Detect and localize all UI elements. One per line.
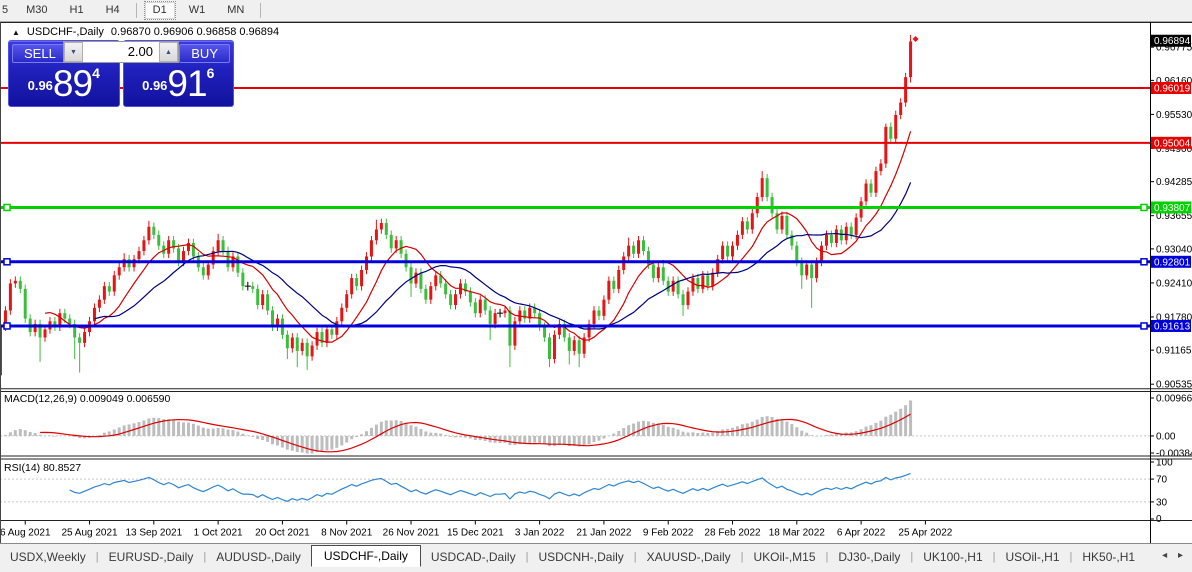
date-axis-label: 18 Mar 2022 [769,528,826,539]
timeframe-button-m30[interactable]: M30 [17,1,56,20]
level-price-label: 0.96019 [1154,84,1191,95]
macd-axis-tick-label: 0.009663 [1156,394,1192,405]
chart-tabs-bar: USDX,Weekly|EURUSD-,Daily|AUDUSD-,DailyU… [0,543,1192,572]
chart-tab-usdcad-daily[interactable]: USDCAD-,Daily [421,547,526,567]
volume-input[interactable]: 2.00 [83,42,159,62]
sell-price-big: 89 [53,63,92,104]
date-axis-label: 6 Aug 2021 [0,528,51,539]
level-line-handle[interactable] [1141,204,1147,210]
timeframe-button-5[interactable]: 5 [0,1,13,20]
price-axis-tick-label: 0.93040 [1156,244,1192,255]
timeframe-button-mn[interactable]: MN [218,1,253,20]
chart-tab-hk50-h1[interactable]: HK50-,H1 [1072,547,1145,567]
mt4-window: 5M30H1H4D1W1MN 0.967750.961600.955300.94… [0,0,1192,572]
date-axis-label: 25 Apr 2022 [898,528,952,539]
toolbar-separator [136,3,137,18]
date-axis-label: 13 Sep 2021 [125,528,182,539]
toolbar-separator [260,3,261,18]
level-price-label: 0.91613 [1154,321,1191,332]
date-axis-label: 20 Oct 2021 [255,528,310,539]
chart-tab-audusd-daily[interactable]: AUDUSD-,Daily [206,547,311,567]
chart-tab-ukoil-m15[interactable]: UKOil-,M15 [744,547,826,567]
level-price-label: 0.95004 [1154,138,1191,149]
tab-scroll-arrows[interactable]: ◂ ▸ [1162,550,1187,561]
date-axis-label: 28 Feb 2022 [704,528,761,539]
date-axis-label: 9 Feb 2022 [643,528,694,539]
symbol-period-label: USDCHF-,Daily [27,26,104,38]
date-axis-label: 15 Dec 2021 [447,528,504,539]
level-line-handle[interactable] [4,259,10,265]
buy-price-prefix: 0.96 [142,78,167,93]
date-axis-label: 21 Jan 2022 [576,528,631,539]
buy-price-pip: 6 [207,65,215,81]
level-price-label: 0.92801 [1154,257,1191,268]
volume-decrease-button[interactable]: ▼ [64,42,83,62]
level-line-handle[interactable] [1141,323,1147,329]
chart-tab-uk100-h1[interactable]: UK100-,H1 [913,547,992,567]
level-line-handle[interactable] [1141,259,1147,265]
date-axis-label: 1 Oct 2021 [194,528,243,539]
rsi-axis-tick-label: 30 [1156,497,1168,508]
rsi-indicator-label: RSI(14) 80.8527 [4,462,81,474]
sell-price-prefix: 0.96 [28,78,53,93]
buy-button[interactable]: BUY [179,44,230,63]
sell-price: 0.96894 [9,63,119,105]
timeframe-button-d1[interactable]: D1 [144,1,176,20]
chart-tab-dj30-daily[interactable]: DJ30-,Daily [828,547,910,567]
sell-price-pip: 4 [92,65,100,81]
level-line-handle[interactable] [4,323,10,329]
chart-tab-usoil-h1[interactable]: USOil-,H1 [996,547,1070,567]
chart-tab-xauusd-daily[interactable]: XAUUSD-,Daily [637,547,741,567]
collapse-panel-icon[interactable]: ▲ [12,28,20,37]
timeframe-button-h4[interactable]: H4 [97,1,129,20]
chart-title: ▲ USDCHF-,Daily 0.96870 0.96906 0.96858 … [9,26,282,38]
sell-button[interactable]: SELL [12,44,68,63]
macd-axis-tick-label: 0.00 [1156,431,1176,442]
buy-price-big: 91 [167,63,206,104]
chart-tab-usdcnh-daily[interactable]: USDCNH-,Daily [528,547,633,567]
date-axis-label: 8 Nov 2021 [321,528,373,539]
rsi-axis-tick-label: 0 [1156,514,1162,525]
date-axis-label: 3 Jan 2022 [515,528,565,539]
date-axis-label: 26 Nov 2021 [383,528,440,539]
price-axis-tick-label: 0.91165 [1156,346,1192,357]
volume-spinner: ▼ 2.00 ▲ [63,41,179,63]
spin-down-icon: ▼ [70,49,77,56]
buy-price: 0.96916 [124,63,234,105]
timeframe-button-h1[interactable]: H1 [61,1,93,20]
rsi-axis-tick-label: 70 [1156,475,1168,486]
timeframe-toolbar: 5M30 H1H4 D1W1MN [0,0,1192,22]
chart-tab-usdchf-daily[interactable]: USDCHF-,Daily [311,545,421,567]
price-axis-tick-label: 0.95530 [1156,110,1192,121]
spin-up-icon: ▲ [165,49,172,56]
level-line-handle[interactable] [4,204,10,210]
date-axis-label: 6 Apr 2022 [837,528,886,539]
price-axis-tick-label: 0.94285 [1156,177,1192,188]
ohlc-values: 0.96870 0.96906 0.96858 0.96894 [111,26,279,38]
one-click-trading-panel: SELL 0.96894 BUY 0.96916 ▼ 2.00 ▲ [8,40,234,107]
chart-tab-usdx-weekly[interactable]: USDX,Weekly [0,547,96,567]
chart-tab-eurusd-daily[interactable]: EURUSD-,Daily [99,547,204,567]
volume-increase-button[interactable]: ▲ [159,42,178,62]
current-price-label: 0.96894 [1154,36,1191,47]
timeframe-button-w1[interactable]: W1 [180,1,215,20]
level-price-label: 0.93807 [1154,203,1191,214]
macd-indicator-label: MACD(12,26,9) 0.009049 0.006590 [4,393,171,405]
price-axis-tick-label: 0.92410 [1156,278,1192,289]
date-axis-label: 25 Aug 2021 [61,528,118,539]
